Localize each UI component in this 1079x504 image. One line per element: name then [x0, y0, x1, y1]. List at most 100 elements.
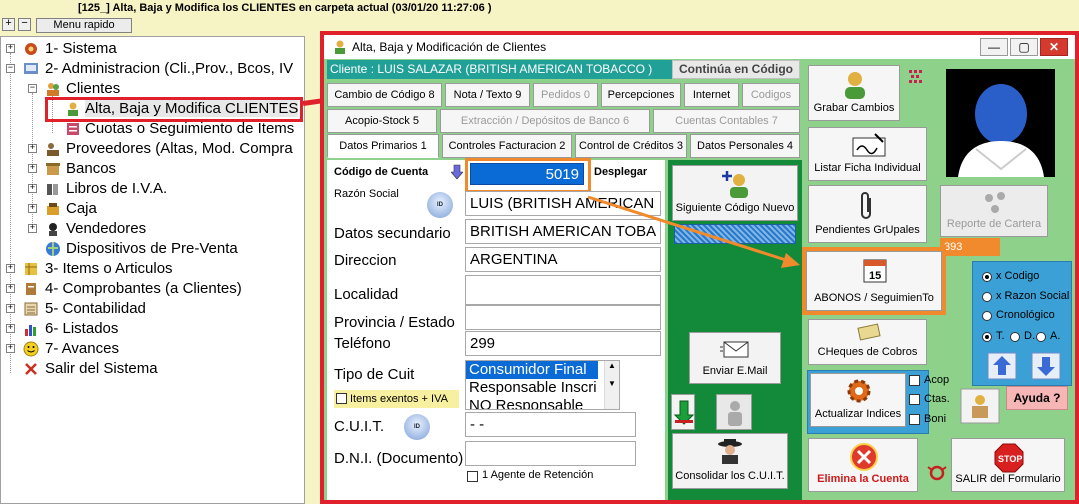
tab-datos-primarios[interactable]: Datos Primarios 1 [327, 134, 439, 158]
expand-icon[interactable]: + [28, 224, 37, 233]
download-button[interactable] [671, 394, 695, 430]
list-item[interactable]: NO Responsable [466, 397, 619, 409]
expand-all-button[interactable]: + [2, 18, 15, 31]
filter-a-radio[interactable] [1036, 332, 1046, 342]
tree-item-dispositivos[interactable]: Dispositivos de Pre-Venta [1, 239, 304, 259]
client-photo [946, 69, 1055, 177]
tree-item-cuotas[interactable]: Cuotas o Seguimiento de Items [1, 119, 304, 139]
tab-datos-personales[interactable]: Datos Personales 4 [690, 134, 800, 158]
tree-item-proveedores[interactable]: + Proveedores (Altas, Mod. Compra [1, 139, 304, 159]
collapse-icon[interactable]: − [6, 64, 15, 73]
razon-social-field[interactable]: LUIS (BRITISH AMERICAN [465, 191, 661, 216]
window-title: Alta, Baja y Modificación de Clientes [352, 40, 547, 54]
tree-item-avances[interactable]: + 7- Avances [1, 339, 304, 359]
expand-icon[interactable]: + [6, 264, 15, 273]
expand-icon[interactable]: + [6, 44, 15, 53]
tree-item-bancos[interactable]: + Bancos [1, 159, 304, 179]
expand-icon[interactable]: + [28, 184, 37, 193]
filter-t-radio[interactable] [982, 332, 992, 342]
direccion-label: Direccion [334, 252, 397, 269]
datos-secundario-field[interactable]: BRITISH AMERICAN TOBA [465, 219, 661, 244]
expand-icon[interactable]: + [28, 204, 37, 213]
provincia-field[interactable] [465, 305, 661, 330]
expand-icon[interactable]: + [6, 284, 15, 293]
tab-cambio-codigo[interactable]: Cambio de Código 8 [327, 83, 442, 107]
dni-field[interactable] [465, 441, 636, 466]
order-cronologico-radio[interactable] [982, 311, 992, 321]
tab-control-creditos[interactable]: Control de Créditos 3 [575, 134, 687, 158]
grabar-cambios-button[interactable]: Grabar Cambios [808, 65, 900, 121]
order-razon-radio[interactable] [982, 292, 992, 302]
tree-item-items[interactable]: + 3- Items o Articulos [1, 259, 304, 279]
tree-item-sistema[interactable]: + 1- Sistema [1, 39, 304, 59]
tab-controles-facturacion[interactable]: Controles Facturacion 2 [442, 134, 572, 158]
tab-extraccion-depositos[interactable]: Extracción / Depósitos de Banco 6 [440, 109, 650, 133]
tree-item-contabilidad[interactable]: + 5- Contabilidad [1, 299, 304, 319]
direccion-field[interactable]: ARGENTINA [465, 247, 661, 272]
down-arrow-icon[interactable] [1031, 352, 1061, 380]
id-card-icon[interactable]: ID [404, 414, 430, 440]
list-item[interactable]: Consumidor Final [466, 361, 598, 379]
filter-d-radio[interactable] [1010, 332, 1020, 342]
listbox-scrollbar[interactable]: ▲ ▼ [604, 361, 619, 409]
expand-icon[interactable]: + [28, 144, 37, 153]
tree-item-caja[interactable]: + Caja [1, 199, 304, 219]
agente-retencion-checkbox[interactable] [467, 471, 478, 482]
actualizar-indices-button[interactable]: Actualizar Indices [810, 373, 906, 427]
enviar-email-button[interactable]: Enviar E.Mail [689, 332, 781, 384]
tree-item-administracion[interactable]: − 2- Administracion (Cli.,Prov., Bcos, I… [1, 59, 304, 79]
close-button[interactable]: ✕ [1040, 38, 1068, 56]
tab-nota-texto[interactable]: Nota / Texto 9 [445, 83, 530, 107]
person-button[interactable] [716, 394, 752, 430]
id-card-icon[interactable]: ID [427, 192, 453, 218]
telefono-field[interactable]: 299 [465, 331, 661, 356]
tab-acopio-stock[interactable]: Acopio-Stock 5 [327, 109, 437, 133]
tab-codigos[interactable]: Codigos [742, 83, 800, 107]
boni-checkbox[interactable] [909, 414, 920, 425]
collapse-icon[interactable]: − [28, 84, 37, 93]
tipo-cuit-listbox[interactable]: Consumidor Final Responsable Inscri NO R… [465, 360, 620, 410]
list-item[interactable]: Responsable Inscri [466, 379, 619, 397]
tree-item-comprobantes[interactable]: + 4- Comprobantes (a Clientes) [1, 279, 304, 299]
tree-item-listados[interactable]: + 6- Listados [1, 319, 304, 339]
menu-rapido-button[interactable]: Menu rapido [36, 18, 132, 33]
ayuda-button[interactable]: Ayuda ? [1006, 386, 1068, 410]
tab-pedidos[interactable]: Pedidos 0 [533, 83, 598, 107]
siguiente-codigo-button[interactable]: Siguiente Código Nuevo [672, 165, 798, 221]
cuit-label: C.U.I.T. [334, 418, 385, 435]
cheques-cobros-button[interactable]: CHeques de Cobros [808, 319, 927, 365]
expand-icon[interactable]: + [6, 344, 15, 353]
reporte-cartera-button[interactable]: Reporte de Cartera [940, 185, 1048, 237]
expand-icon[interactable]: + [6, 324, 15, 333]
down-arrow-icon[interactable] [451, 164, 463, 180]
minimize-button[interactable]: — [980, 38, 1008, 56]
localidad-field[interactable] [465, 275, 661, 305]
maximize-button[interactable]: ▢ [1010, 38, 1038, 56]
consolidar-cuit-button[interactable]: Consolidar los C.U.I.T. [672, 433, 788, 489]
checkbox-box[interactable] [336, 393, 347, 404]
tab-internet[interactable]: Internet [684, 83, 739, 107]
expand-icon[interactable]: + [28, 164, 37, 173]
elimina-cuenta-button[interactable]: Elimina la Cuenta [808, 438, 918, 492]
desplegar-button[interactable]: Desplegar [594, 166, 647, 178]
stop-icon: STOP [994, 443, 1024, 473]
tab-percepciones[interactable]: Percepciones [601, 83, 681, 107]
items-exentos-checkbox[interactable]: Items exentos + IVA [334, 390, 459, 408]
collapse-all-button[interactable]: − [18, 18, 31, 31]
tab-cuentas-contables[interactable]: Cuentas Contables 7 [653, 109, 800, 133]
listar-ficha-button[interactable]: Listar Ficha Individual [808, 127, 927, 181]
pendientes-grupales-button[interactable]: Pendientes GrUpales [808, 185, 927, 243]
expand-icon[interactable]: + [6, 304, 15, 313]
up-arrow-icon[interactable] [987, 352, 1017, 380]
ctas-checkbox[interactable] [909, 394, 920, 405]
salir-formulario-button[interactable]: STOP SALIR del Formulario [951, 438, 1065, 492]
tree-item-libros-iva[interactable]: + Libros de I.V.A. [1, 179, 304, 199]
tree-item-clientes[interactable]: − Clientes [1, 79, 304, 99]
tree-item-vendedores[interactable]: + Vendedores [1, 219, 304, 239]
tree-item-salir[interactable]: Salir del Sistema [1, 359, 304, 379]
cuit-field[interactable]: - - [465, 412, 636, 437]
continua-codigo-button[interactable]: Continúa en Código [672, 60, 800, 79]
acop-checkbox[interactable] [909, 375, 920, 386]
order-codigo-radio[interactable] [982, 272, 992, 282]
helper-figure-icon[interactable] [960, 388, 1000, 424]
